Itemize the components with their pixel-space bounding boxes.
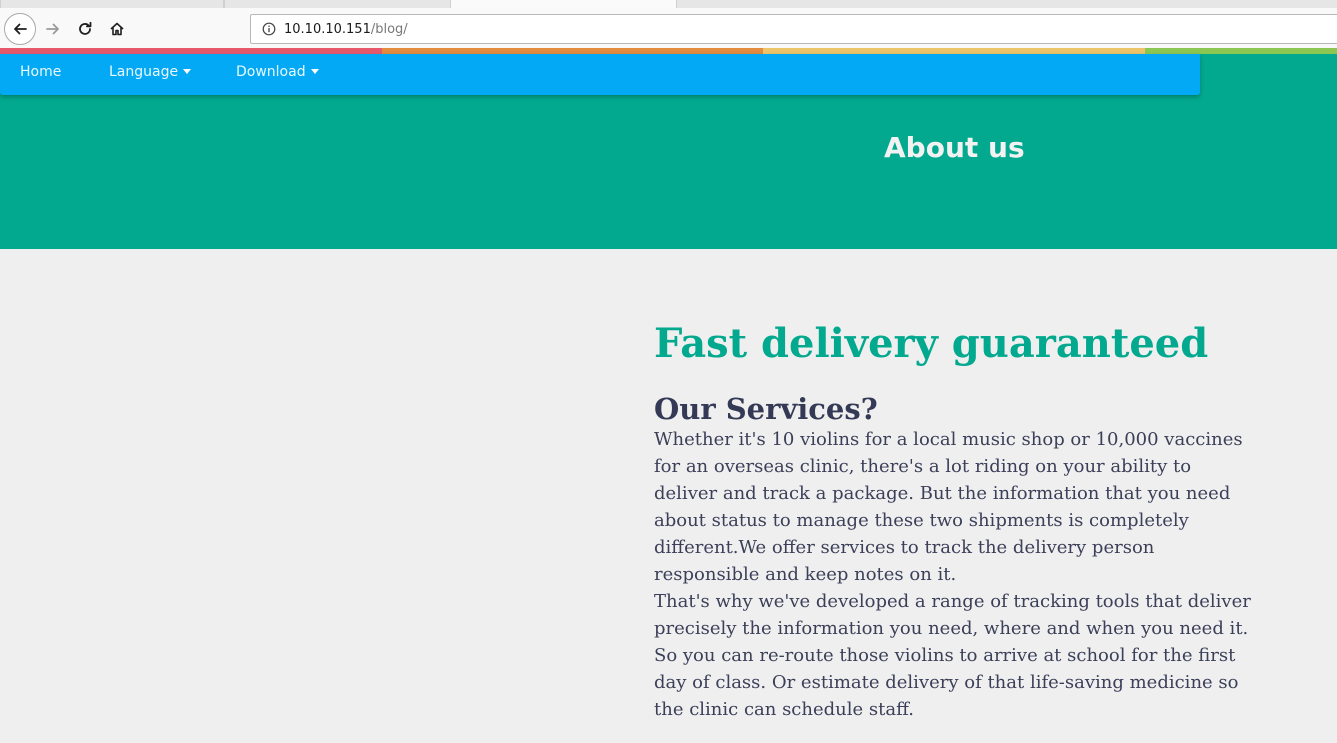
info-icon[interactable] xyxy=(259,22,279,36)
main-content: Fast delivery guaranteed Our Services? W… xyxy=(654,318,1254,723)
reload-button[interactable] xyxy=(70,14,100,44)
url-host: 10.10.10.151 xyxy=(284,21,371,37)
nav-download-dropdown[interactable]: Download xyxy=(236,64,319,80)
site-navbar: Home Language Download xyxy=(0,54,1200,95)
url-path: /blog/ xyxy=(370,21,408,37)
hero-title: About us xyxy=(884,131,1025,164)
nav-language-dropdown[interactable]: Language xyxy=(109,64,192,80)
url-bar[interactable]: 10.10.10.151/blog/ xyxy=(250,14,1337,44)
paragraph: That's why we've developed a range of tr… xyxy=(654,591,1251,720)
home-button[interactable] xyxy=(102,14,132,44)
nav-home-link[interactable]: Home xyxy=(20,64,61,80)
forward-arrow-icon xyxy=(46,23,59,35)
url-text[interactable]: 10.10.10.151/blog/ xyxy=(284,22,408,37)
back-arrow-icon xyxy=(14,23,27,35)
nav-download-label: Download xyxy=(236,64,306,80)
nav-language-label: Language xyxy=(109,64,179,80)
caret-down-icon xyxy=(183,68,192,74)
home-icon xyxy=(110,22,124,36)
back-button[interactable] xyxy=(4,13,36,45)
paragraph: Whether it's 10 violins for a local musi… xyxy=(654,429,1243,585)
forward-button[interactable] xyxy=(38,14,68,44)
reload-icon xyxy=(79,21,92,35)
page-headline: Fast delivery guaranteed xyxy=(654,320,1209,367)
browser-toolbar: 10.10.10.151/blog/ xyxy=(0,8,1337,48)
section-subheading: Our Services? xyxy=(654,392,878,426)
caret-down-icon xyxy=(310,68,319,74)
